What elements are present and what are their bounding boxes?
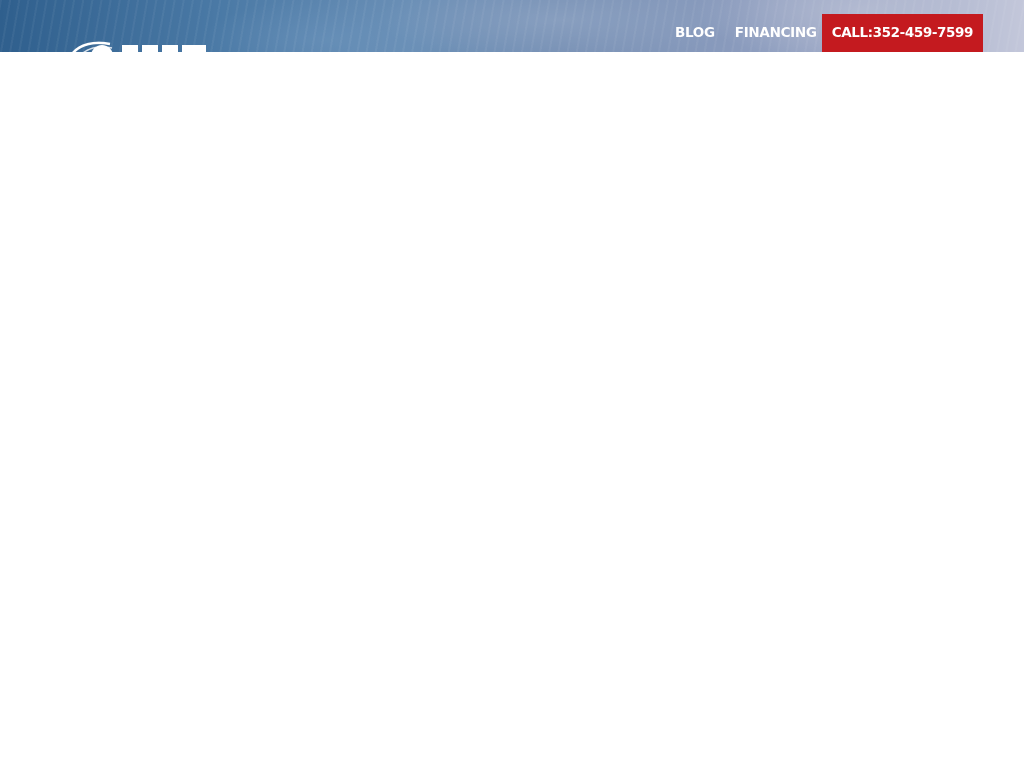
nav-link-blog[interactable]: BLOG (665, 14, 725, 52)
page: BLOG FINANCING CALL: 352-459-7599 (0, 0, 1024, 768)
site-header: BLOG FINANCING CALL: 352-459-7599 (0, 0, 1024, 52)
call-phone-number: 352-459-7599 (872, 25, 974, 41)
call-button[interactable]: CALL: 352-459-7599 (821, 14, 983, 52)
call-label: CALL: (831, 25, 873, 41)
logo-icon[interactable] (72, 40, 212, 52)
nav-link-financing[interactable]: FINANCING (725, 14, 827, 52)
main-content-area (0, 52, 1024, 768)
logo-mark (72, 41, 206, 52)
main-navigation: BLOG FINANCING CALL: 352-459-7599 (665, 14, 983, 52)
